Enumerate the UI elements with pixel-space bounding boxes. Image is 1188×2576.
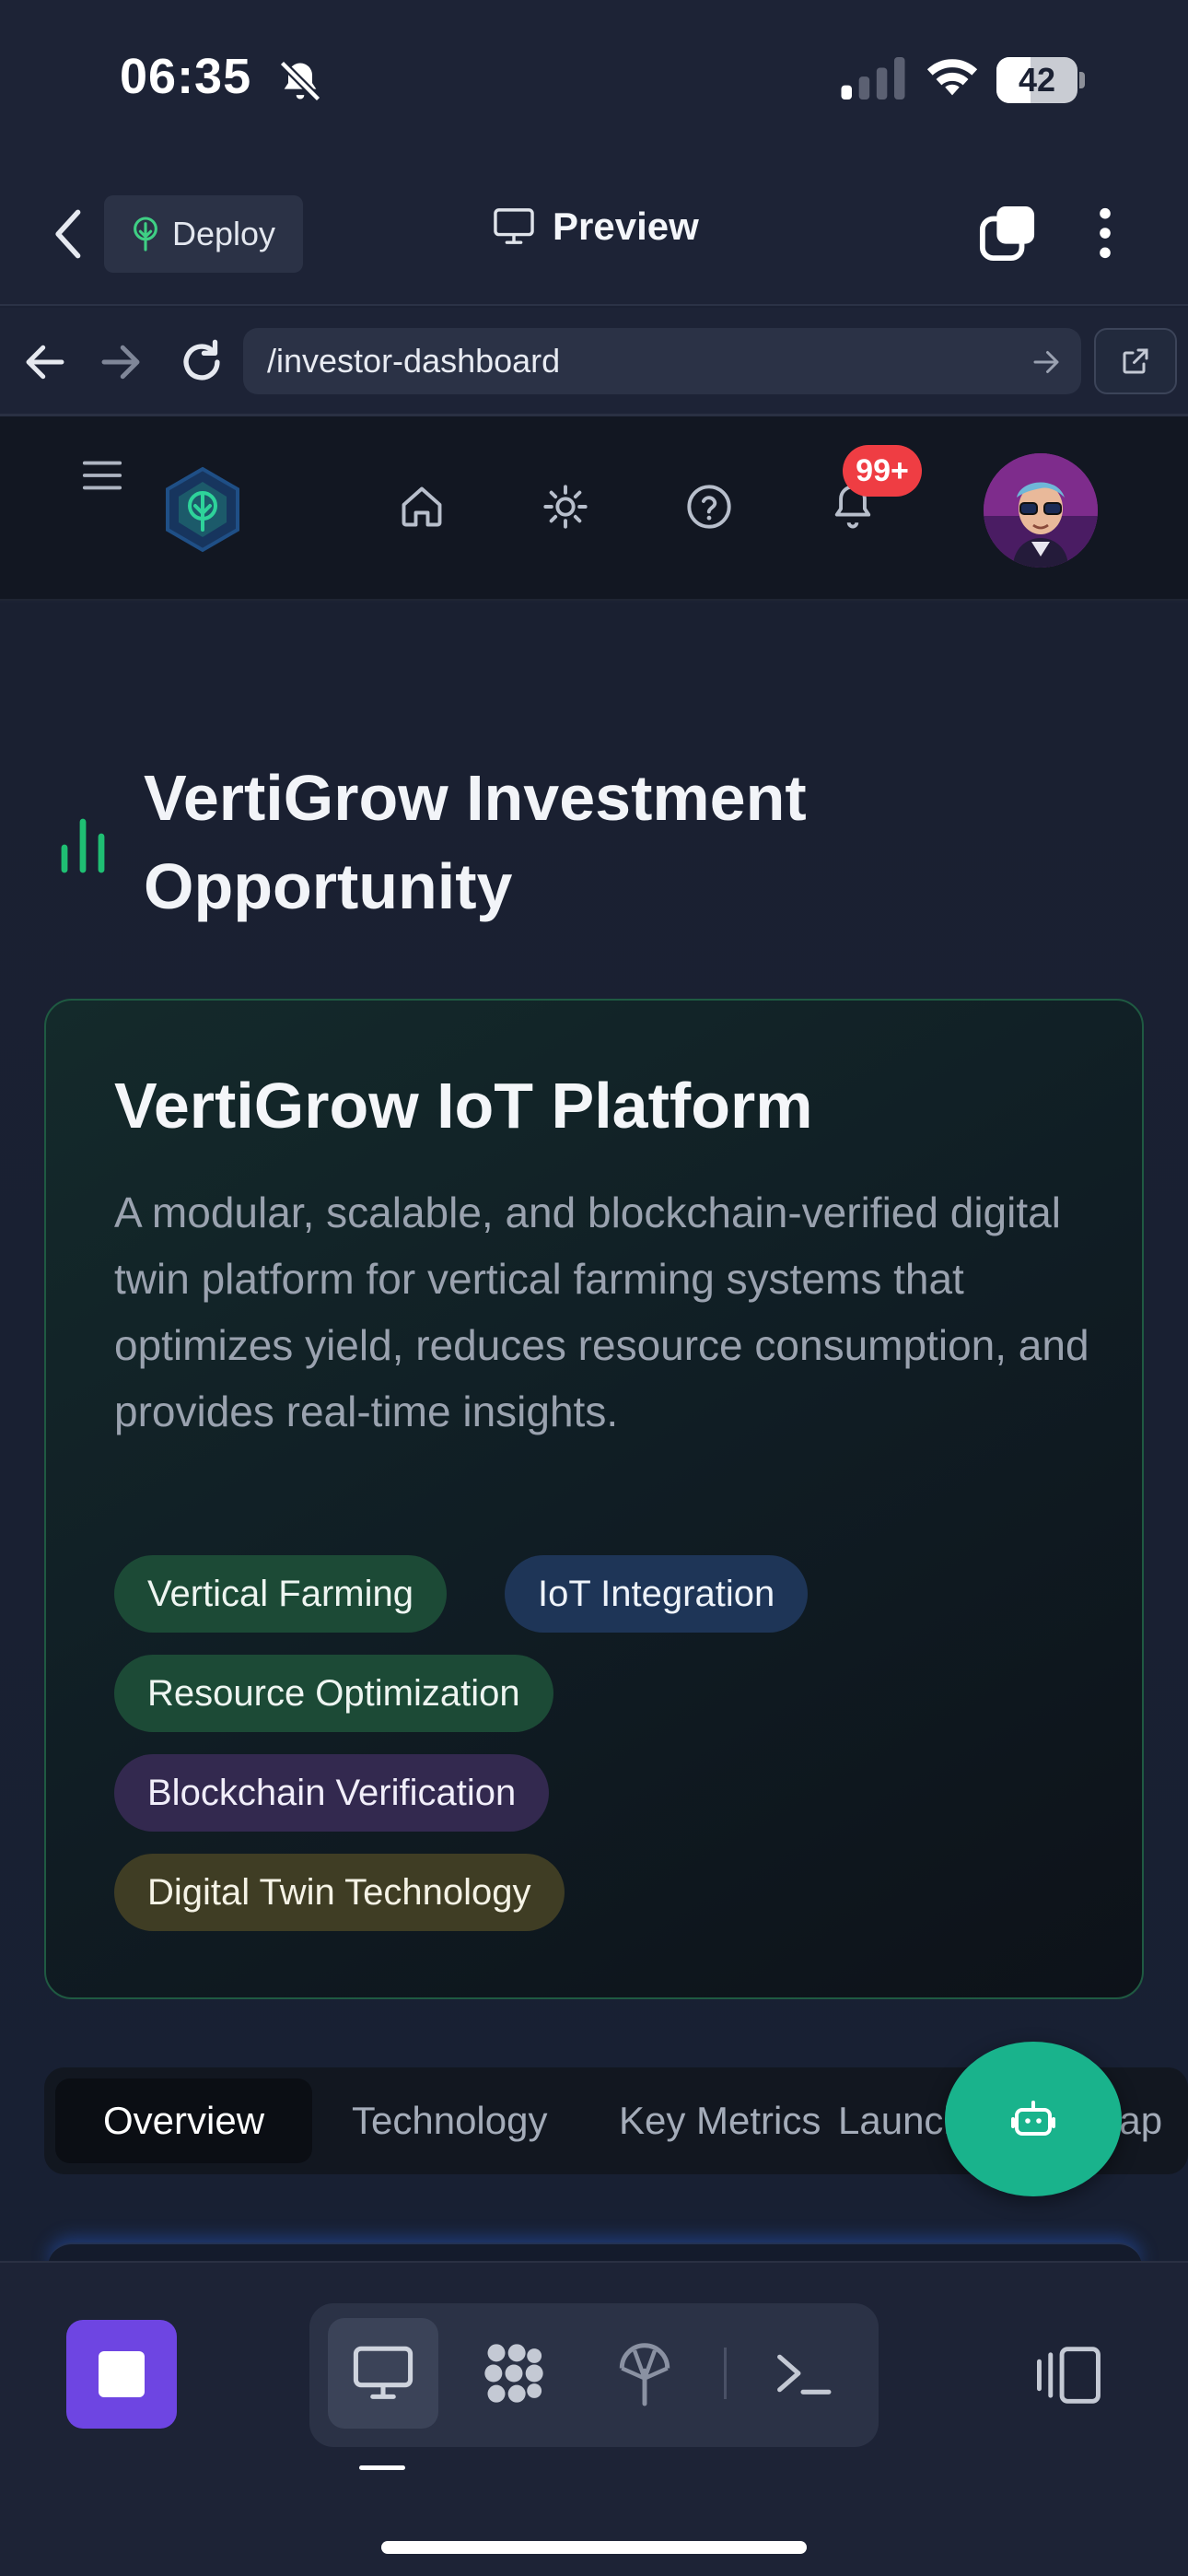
back-chevron-icon[interactable] [46, 206, 94, 262]
grid-dots-icon [484, 2344, 543, 2403]
tool-antenna[interactable] [589, 2318, 700, 2429]
tool-terminal[interactable] [748, 2318, 858, 2429]
platform-card [44, 999, 1144, 1999]
robot-icon [1011, 2101, 1055, 2136]
deploy-label: Deploy [172, 215, 276, 252]
page-title: VertiGrow Investment Opportunity [144, 762, 807, 922]
tab-overview[interactable]: Overview [55, 2078, 313, 2163]
antenna-icon [619, 2343, 670, 2406]
preview-title: Preview [492, 205, 699, 249]
home-icon[interactable] [398, 483, 446, 531]
hamburger-menu-icon[interactable] [81, 457, 123, 494]
tag: Blockchain Verification [114, 1754, 550, 1832]
external-link-icon [1123, 348, 1148, 374]
status-time: 06:35 [120, 49, 252, 104]
tag: Digital Twin Technology [114, 1854, 565, 1931]
wifi-icon [926, 59, 978, 96]
monitor-icon [353, 2346, 413, 2399]
monitor-icon [494, 208, 534, 244]
selected-tool-indicator [359, 2465, 405, 2470]
avatar[interactable] [984, 453, 1098, 568]
avatar-image [984, 453, 1098, 568]
ai-assistant-button[interactable] [945, 2042, 1122, 2196]
tree-icon [134, 217, 157, 252]
home-indicator [381, 2541, 807, 2554]
bell-muted-icon [279, 60, 321, 102]
tool-group [309, 2303, 879, 2447]
tab-key-metrics[interactable]: Key Metrics [619, 2078, 821, 2163]
battery-indicator: 42 [996, 57, 1085, 103]
more-options-icon[interactable] [1087, 205, 1124, 262]
deploy-button[interactable]: Deploy [104, 195, 303, 273]
toolbar-divider [724, 2348, 727, 2399]
bar-chart-icon [61, 818, 105, 873]
stop-icon [99, 2351, 145, 2397]
logo-icon[interactable] [162, 465, 243, 554]
tag: Resource Optimization [114, 1655, 553, 1732]
arrow-left-icon[interactable] [20, 337, 70, 387]
help-circle-icon[interactable] [685, 483, 733, 531]
notification-badge: 99+ [843, 445, 922, 497]
tabs-icon[interactable] [978, 205, 1037, 262]
tag: Vertical Farming [114, 1555, 447, 1633]
preview-label: Preview [553, 205, 699, 248]
card-title: VertiGrow IoT Platform [114, 1070, 813, 1142]
sun-icon[interactable] [542, 483, 589, 531]
card-description: A modular, scalable, and blockchain-veri… [114, 1188, 1089, 1435]
reload-icon[interactable] [175, 335, 228, 389]
arrow-right-icon[interactable] [96, 337, 146, 387]
url-input[interactable]: /investor-dashboard [243, 328, 1081, 394]
terminal-icon [777, 2354, 832, 2395]
cellular-signal-icon [841, 57, 905, 100]
go-arrow-icon[interactable] [1030, 345, 1063, 379]
tab-technology[interactable]: Technology [352, 2078, 547, 2163]
tool-monitor[interactable] [328, 2318, 438, 2429]
tag: IoT Integration [505, 1555, 809, 1633]
stop-button[interactable] [66, 2320, 177, 2429]
device-rotate-icon[interactable] [1030, 2346, 1103, 2405]
open-external-button[interactable] [1094, 328, 1177, 394]
tool-grid[interactable] [459, 2318, 569, 2429]
url-text: /investor-dashboard [267, 342, 561, 380]
